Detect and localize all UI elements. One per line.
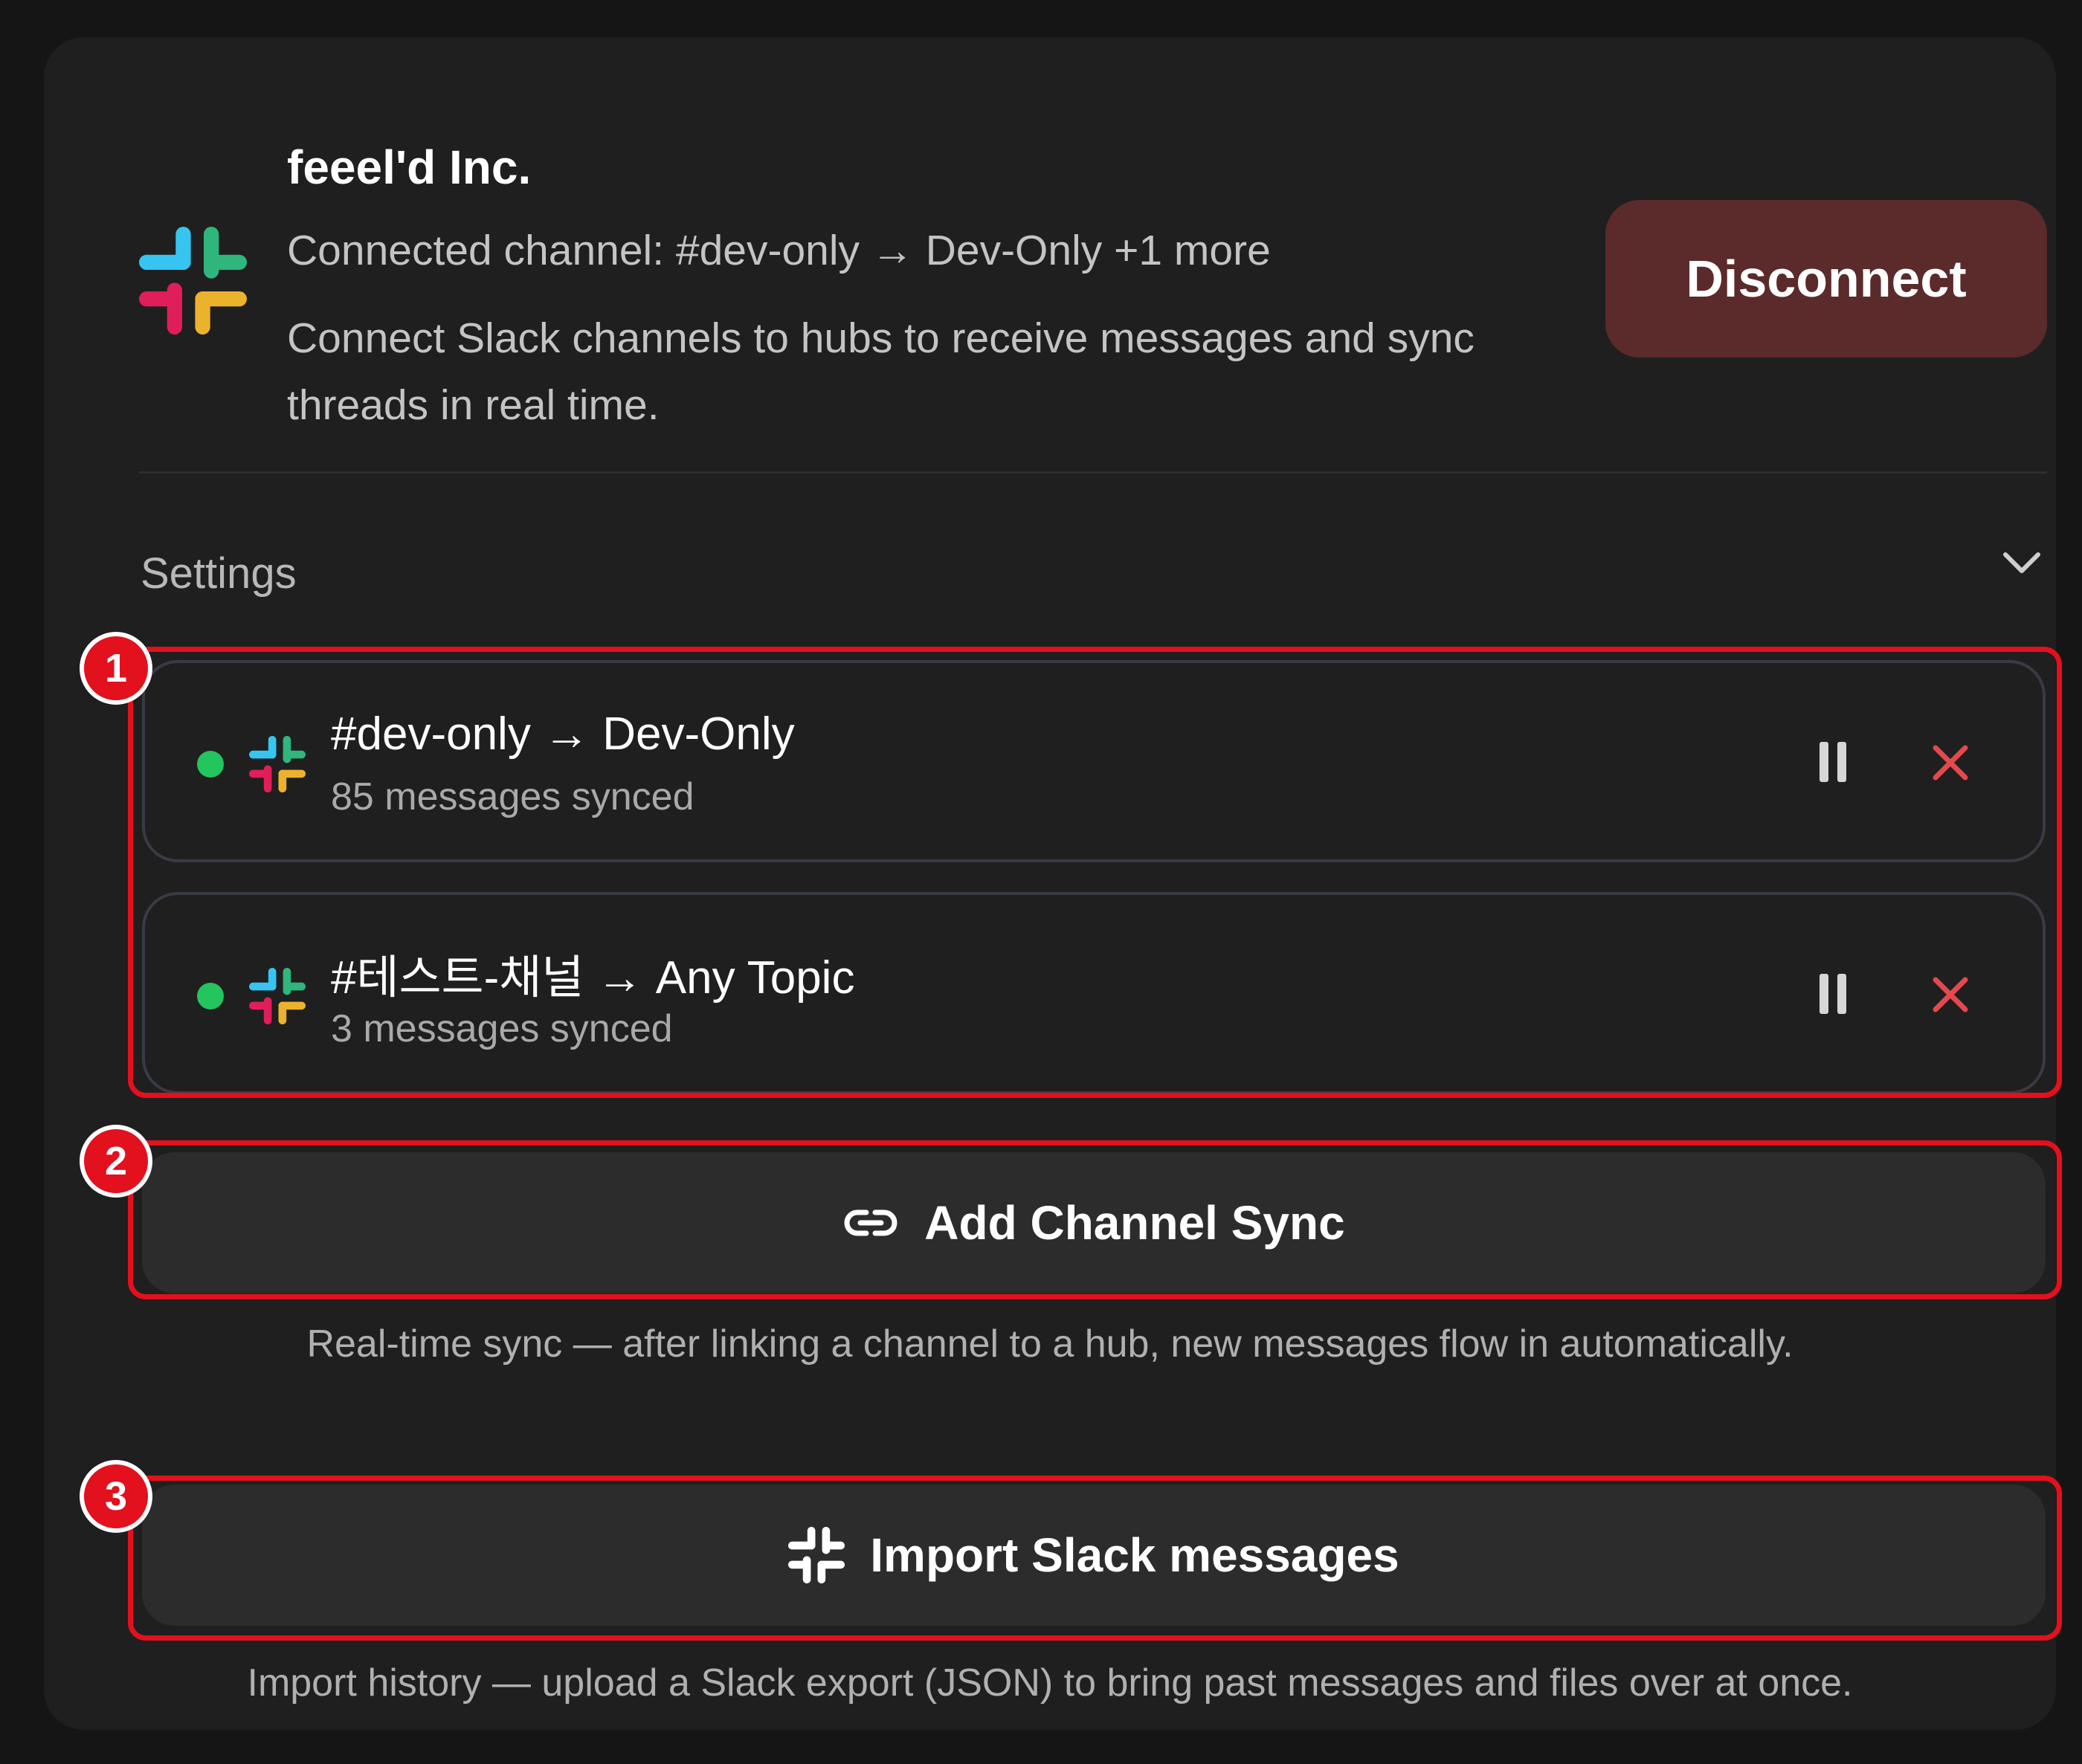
import-history-hint: Import history — upload a Slack export (… — [247, 1661, 1853, 1705]
annotation-badge-3: 3 — [80, 1460, 152, 1533]
close-icon[interactable] — [1928, 740, 1973, 785]
divider — [139, 471, 2047, 474]
status-indicator-dot — [197, 751, 224, 778]
integration-description: Connect Slack channels to hubs to receiv… — [287, 314, 1475, 429]
pause-icon[interactable] — [1811, 968, 1855, 1020]
close-icon[interactable] — [1928, 972, 1973, 1017]
disconnect-button[interactable]: Disconnect — [1605, 200, 2047, 358]
channel-sync-row: #테스트-채널 → Any Topic 3 messages synced — [142, 892, 2046, 1094]
connected-channel-summary: Connected channel: #dev-only → Dev-Only … — [287, 227, 1271, 274]
slack-icon — [249, 968, 306, 1024]
annotation-badge-2: 2 — [80, 1125, 152, 1198]
sync-count-text: 85 messages synced — [331, 775, 694, 818]
slack-icon — [139, 227, 247, 335]
slack-icon — [788, 1527, 845, 1583]
channel-sync-row: #dev-only → Dev-Only 85 messages synced — [142, 660, 2046, 862]
import-slack-messages-label: Import Slack messages — [870, 1528, 1399, 1582]
settings-heading: Settings — [141, 549, 297, 598]
add-channel-sync-button[interactable]: Add Channel Sync — [142, 1152, 2046, 1293]
workspace-name: feeel'd Inc. — [287, 140, 532, 194]
import-slack-messages-button[interactable]: Import Slack messages — [142, 1484, 2046, 1626]
slack-integration-card: feeel'd Inc. Connected channel: #dev-onl… — [44, 37, 2062, 1730]
chevron-down-icon[interactable] — [2001, 549, 2043, 578]
annotation-badge-1: 1 — [80, 632, 152, 705]
sync-count-text: 3 messages synced — [331, 1007, 673, 1050]
slack-icon — [249, 736, 306, 792]
channel-mapping-title: #dev-only → Dev-Only — [331, 708, 795, 760]
link-icon — [844, 1209, 897, 1236]
add-channel-sync-label: Add Channel Sync — [924, 1196, 1345, 1250]
realtime-sync-hint: Real-time sync — after linking a channel… — [306, 1322, 1793, 1366]
channel-mapping-title: #테스트-채널 → Any Topic — [331, 952, 855, 1004]
pause-icon[interactable] — [1811, 736, 1855, 788]
status-indicator-dot — [197, 983, 224, 1009]
